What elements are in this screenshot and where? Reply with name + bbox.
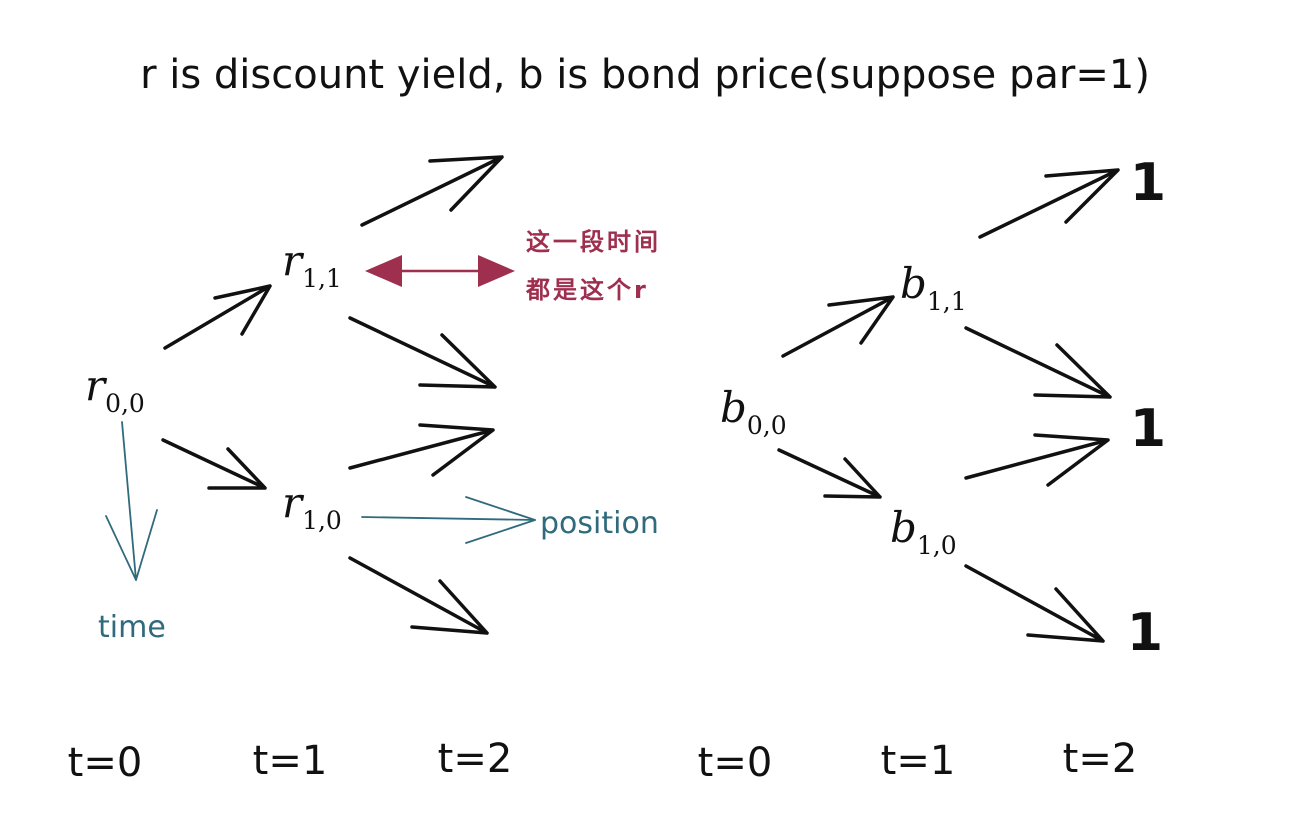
arrow-b10-down <box>964 564 1105 643</box>
node-r11: r1,1 <box>282 236 342 293</box>
position-axis-arrow <box>361 496 536 544</box>
period-note-line1: 这一段时间 <box>526 228 661 256</box>
right-time-label-t2: t=2 <box>1063 736 1138 782</box>
right-time-label-t1: t=1 <box>881 738 956 784</box>
node-b11: b1,1 <box>900 259 967 316</box>
node-r00: r0,0 <box>85 361 145 418</box>
period-note-line2: 都是这个r <box>525 276 649 304</box>
time-axis-arrow <box>105 421 158 581</box>
annotations: 这一段时间 都是这个r time position <box>98 228 661 645</box>
terminal-value-top: 1 <box>1130 153 1166 213</box>
arrow-b11-up <box>978 168 1120 239</box>
arrow-r10-up <box>348 423 495 477</box>
short-rate-tree: r0,0 r1,1 r1,0 t=0 t=1 t=2 <box>68 155 513 786</box>
terminal-value-bottom: 1 <box>1127 603 1163 663</box>
position-axis-label: position <box>540 506 659 541</box>
node-b00: b0,0 <box>720 383 787 440</box>
right-time-label-t0: t=0 <box>698 740 773 786</box>
left-time-label-t0: t=0 <box>68 740 143 786</box>
binomial-tree-diagram: r is discount yield, b is bond price(sup… <box>68 52 1166 786</box>
node-r10: r1,0 <box>282 478 342 535</box>
arrow-r11-up <box>360 155 504 227</box>
time-axis-label: time <box>98 610 166 645</box>
left-time-label-t2: t=2 <box>438 736 513 782</box>
bond-price-tree: b0,0 b1,1 b1,0 1 1 1 t=0 t=1 t=2 <box>698 153 1166 786</box>
arrow-b00-to-b11 <box>781 295 895 358</box>
arrow-r10-down <box>348 556 489 635</box>
node-b10: b1,0 <box>890 503 957 560</box>
arrow-r00-to-r11 <box>163 284 272 350</box>
arrow-b11-down <box>964 326 1112 399</box>
left-time-label-t1: t=1 <box>253 738 328 784</box>
period-double-arrow <box>365 255 515 287</box>
terminal-value-middle: 1 <box>1130 399 1166 459</box>
arrow-b10-up <box>964 433 1110 487</box>
diagram-title: r is discount yield, b is bond price(sup… <box>140 52 1150 98</box>
arrow-b00-to-b10 <box>777 448 882 499</box>
arrow-r11-down <box>348 316 497 389</box>
arrow-r00-to-r10 <box>161 438 267 490</box>
